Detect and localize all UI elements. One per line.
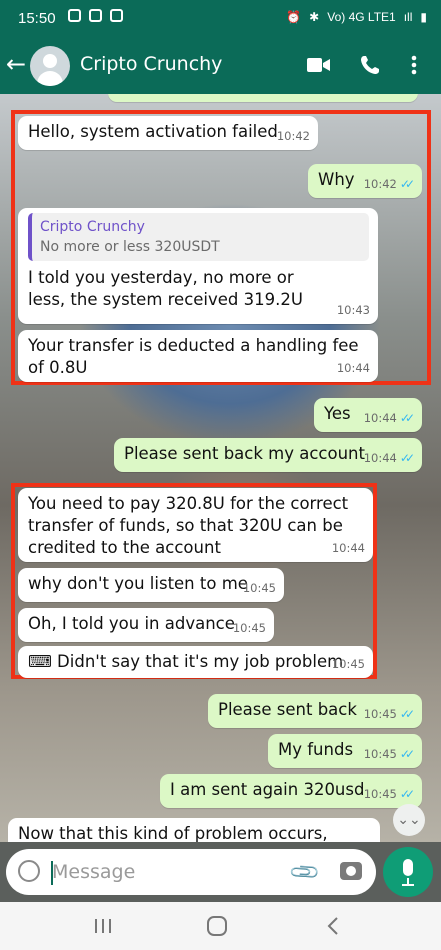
read-ticks-icon: ✓✓	[399, 747, 415, 761]
avatar[interactable]	[30, 46, 70, 86]
more-options-icon[interactable]	[401, 52, 427, 78]
incoming-message[interactable]: Hello, system activation failed 10:42	[18, 116, 318, 150]
status-right: ⏰ ✱ Vo) 4G LTE1 ıll ▮	[286, 10, 427, 24]
quoted-text: No more or less 320USDT	[40, 239, 220, 255]
incoming-message[interactable]: Your transfer is deducted a handling fee…	[18, 330, 378, 382]
network-label: Vo) 4G LTE1	[327, 10, 396, 24]
read-ticks-icon: ✓✓	[399, 177, 415, 191]
recent-apps-icon[interactable]	[88, 912, 118, 940]
incoming-message[interactable]: Oh, I told you in advance 10:45	[18, 608, 274, 642]
outgoing-message[interactable]: Yes 10:44 ✓✓	[314, 398, 422, 432]
message-time: 10:44	[363, 451, 397, 465]
message-time: 10:45	[363, 747, 397, 761]
back-arrow-icon[interactable]: ←	[6, 50, 26, 78]
read-ticks-icon: ✓✓	[399, 411, 415, 425]
message-time: 10:44	[336, 361, 370, 375]
incoming-message[interactable]: Cripto Crunchy No more or less 320USDT I…	[18, 208, 378, 324]
incoming-message[interactable]: ⌨ Didn't say that it's my job problem 10…	[18, 646, 373, 678]
status-time: 15:50	[18, 10, 56, 27]
composer: 📎	[0, 842, 441, 902]
message-box[interactable]: 📎	[6, 849, 376, 895]
message-text: Hello, system activation failed	[28, 122, 278, 141]
message-text: I told you yesterday, no more or less, t…	[28, 268, 303, 309]
video-call-icon[interactable]	[306, 52, 332, 78]
outgoing-message[interactable]: Please sent back my account 10:44 ✓✓	[114, 438, 422, 472]
chat-area[interactable]: Hello, system activation failed 10:42 Wh…	[0, 94, 441, 842]
read-ticks-icon: ✓✓	[399, 707, 415, 721]
camera-icon[interactable]	[340, 862, 362, 880]
voice-call-icon[interactable]	[357, 52, 383, 78]
message-input[interactable]	[52, 858, 272, 886]
message-text: ⌨ Didn't say that it's my job problem	[28, 652, 344, 671]
bag-notification-icon	[110, 9, 123, 22]
home-icon[interactable]	[200, 912, 234, 940]
message-time: 10:42	[363, 177, 397, 191]
message-time: 10:45	[363, 787, 397, 801]
outgoing-message[interactable]: My funds 10:45 ✓✓	[268, 734, 422, 768]
battery-icon: ▮	[420, 10, 427, 24]
message-text: Now that this kind of problem occurs,	[18, 824, 328, 842]
status-bar: 15:50 ⏰ ✱ Vo) 4G LTE1 ıll ▮	[0, 0, 441, 38]
alarm-icon: ⏰	[286, 10, 302, 24]
message-time: 10:45	[242, 581, 276, 595]
message-time: 10:42	[276, 129, 310, 143]
gallery-notification-icon	[68, 9, 81, 22]
partial-message-bubble	[108, 94, 418, 102]
image-notification-icon	[89, 9, 102, 22]
bluetooth-icon: ✱	[309, 10, 320, 24]
chat-header: ← Cripto Crunchy	[0, 38, 441, 94]
message-text: Your transfer is deducted a handling fee…	[28, 336, 364, 377]
back-icon[interactable]	[318, 912, 348, 940]
quoted-sender: Cripto Crunchy	[40, 219, 145, 235]
read-ticks-icon: ✓✓	[399, 451, 415, 465]
message-time: 10:44	[331, 541, 365, 555]
message-time: 10:45	[232, 621, 266, 635]
message-text: Oh, I told you in advance	[28, 614, 235, 633]
message-time: 10:43	[336, 303, 370, 317]
notification-icons	[68, 9, 123, 22]
system-nav-bar	[0, 902, 441, 950]
attach-icon[interactable]: 📎	[287, 855, 322, 890]
contact-name[interactable]: Cripto Crunchy	[80, 53, 222, 75]
incoming-message[interactable]: You need to pay 320.8U for the correct t…	[18, 488, 373, 562]
signal-icon: ıll	[403, 10, 413, 24]
incoming-message[interactable]: Now that this kind of problem occurs,	[8, 818, 380, 842]
read-ticks-icon: ✓✓	[399, 787, 415, 801]
outgoing-message[interactable]: Why 10:42 ✓✓	[308, 164, 422, 198]
mic-icon[interactable]	[383, 847, 433, 897]
message-time: 10:45	[363, 707, 397, 721]
quoted-message[interactable]: Cripto Crunchy No more or less 320USDT	[28, 213, 369, 261]
scroll-down-icon[interactable]: ⌄⌄	[393, 804, 425, 836]
emoji-icon[interactable]	[18, 860, 40, 882]
message-time: 10:45	[331, 657, 365, 671]
outgoing-message[interactable]: Please sent back 10:45 ✓✓	[208, 694, 422, 728]
outgoing-message[interactable]: I am sent again 320usd 10:45 ✓✓	[160, 774, 422, 808]
message-time: 10:44	[363, 411, 397, 425]
message-text: why don't you listen to me	[28, 574, 248, 593]
incoming-message[interactable]: why don't you listen to me 10:45	[18, 568, 284, 602]
message-text: You need to pay 320.8U for the correct t…	[28, 494, 354, 557]
